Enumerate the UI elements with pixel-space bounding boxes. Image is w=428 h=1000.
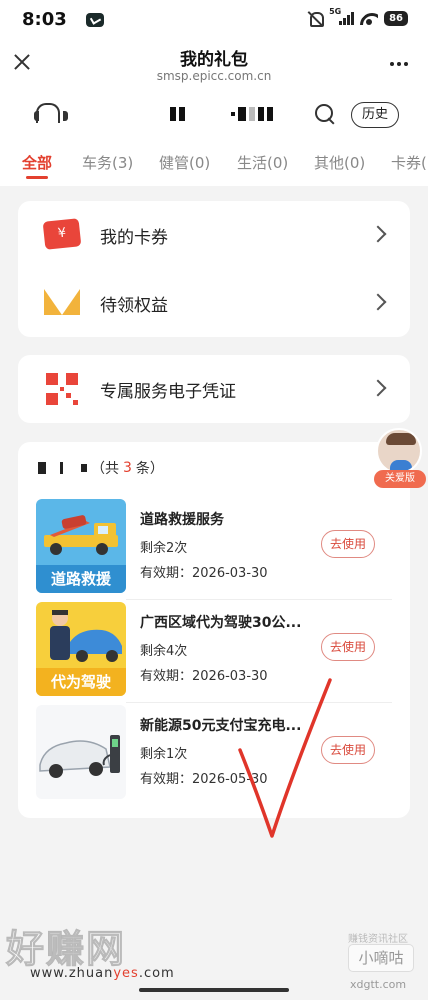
avatar	[376, 428, 422, 474]
red-checkmark-annotation	[238, 678, 332, 838]
my-coupons-label: 我的卡券	[100, 228, 168, 248]
watermark-url: www.zhuanyes.com	[30, 966, 175, 981]
package-name: 道路救援服务	[140, 512, 224, 528]
tab-other[interactable]: 其他(0)	[314, 152, 365, 173]
notification-app-icon	[86, 13, 104, 27]
page-title: 我的礼包	[180, 50, 248, 70]
road-rescue-thumbnail: 道路救援	[36, 499, 126, 593]
qr-code-icon	[46, 373, 78, 405]
service-voucher-label: 专属服务电子凭证	[100, 382, 236, 402]
history-button[interactable]: 历史	[351, 102, 399, 128]
package-name: 广西区域代为驾驶30公...	[140, 615, 302, 631]
designated-driving-thumbnail: 代为驾驶	[36, 602, 126, 696]
system-indicators: 5G 86	[307, 7, 408, 27]
signal-icon: 5G	[329, 7, 355, 25]
ev-charging-thumbnail	[36, 705, 126, 799]
thumbnail-caption: 代为驾驶	[36, 668, 126, 696]
chevron-right-icon	[369, 225, 387, 243]
remaining-count: 剩余2次	[140, 541, 188, 556]
crown-icon	[44, 285, 80, 317]
remaining-count: 剩余4次	[140, 644, 188, 659]
top-toolbar: 历史	[0, 92, 428, 138]
customer-service-icon[interactable]	[34, 103, 68, 125]
watermark-community: 赚钱资讯社区	[348, 934, 408, 945]
mute-icon	[307, 10, 325, 27]
pending-benefits-row[interactable]: 待领权益	[18, 269, 410, 337]
clock: 8:03	[22, 9, 67, 30]
more-options-icon[interactable]	[390, 62, 408, 66]
care-mode-label: 关爱版	[374, 470, 426, 488]
status-bar: 8:03 5G 86	[0, 0, 428, 40]
chevron-right-icon	[369, 379, 387, 397]
active-tab-indicator	[26, 176, 48, 179]
watermark-brand: 小嘀咕	[348, 944, 414, 972]
battery-indicator: 86	[384, 10, 408, 26]
use-button[interactable]: 去使用	[321, 633, 375, 661]
remaining-count: 剩余1次	[140, 747, 188, 762]
category-tabs: 全部 车务(3) 健管(0) 生活(0) 其他(0) 卡券(	[0, 138, 428, 186]
page-url: smsp.epicc.com.cn	[156, 69, 272, 83]
watermark-logo: 好赚网	[5, 927, 127, 972]
voucher-card: 专属服务电子凭证	[18, 355, 410, 423]
chevron-right-icon	[369, 293, 387, 311]
menu-card: ¥ 我的卡券 待领权益	[18, 201, 410, 337]
tab-all[interactable]: 全部	[22, 152, 52, 173]
watermark-site: xdgtt.com	[350, 978, 407, 991]
tab-life[interactable]: 生活(0)	[237, 152, 288, 173]
ev-car-charger-icon	[39, 735, 120, 778]
search-icon[interactable]	[315, 104, 337, 126]
thumbnail-caption: 道路救援	[36, 565, 126, 593]
care-mode-badge[interactable]: 关爱版	[370, 428, 428, 492]
package-list-card: （共 3 条） 道路救援 道路救援服务 剩余2次 有效期：2026-03-30 …	[18, 442, 410, 818]
package-count: 3	[123, 460, 132, 476]
list-header: （共 3 条）	[38, 458, 164, 478]
pending-benefits-label: 待领权益	[100, 296, 168, 316]
expiry-date: 有效期：2026-03-30	[140, 566, 268, 581]
list-item[interactable]: 道路救援 道路救援服务 剩余2次 有效期：2026-03-30 去使用	[36, 499, 392, 593]
page-header: 我的礼包 smsp.epicc.com.cn	[0, 40, 428, 92]
masked-user-info	[170, 107, 273, 121]
service-voucher-row[interactable]: 专属服务电子凭证	[18, 355, 410, 423]
tab-coupons[interactable]: 卡券(	[391, 152, 427, 173]
home-indicator[interactable]	[139, 988, 289, 992]
tab-health[interactable]: 健管(0)	[159, 152, 210, 173]
my-coupons-row[interactable]: ¥ 我的卡券	[18, 201, 410, 269]
tow-truck-icon	[44, 515, 118, 555]
use-button[interactable]: 去使用	[321, 530, 375, 558]
ticket-icon: ¥	[42, 218, 82, 250]
tab-car-service[interactable]: 车务(3)	[82, 152, 133, 173]
wifi-icon	[360, 11, 378, 25]
driver-car-icon	[50, 610, 122, 662]
